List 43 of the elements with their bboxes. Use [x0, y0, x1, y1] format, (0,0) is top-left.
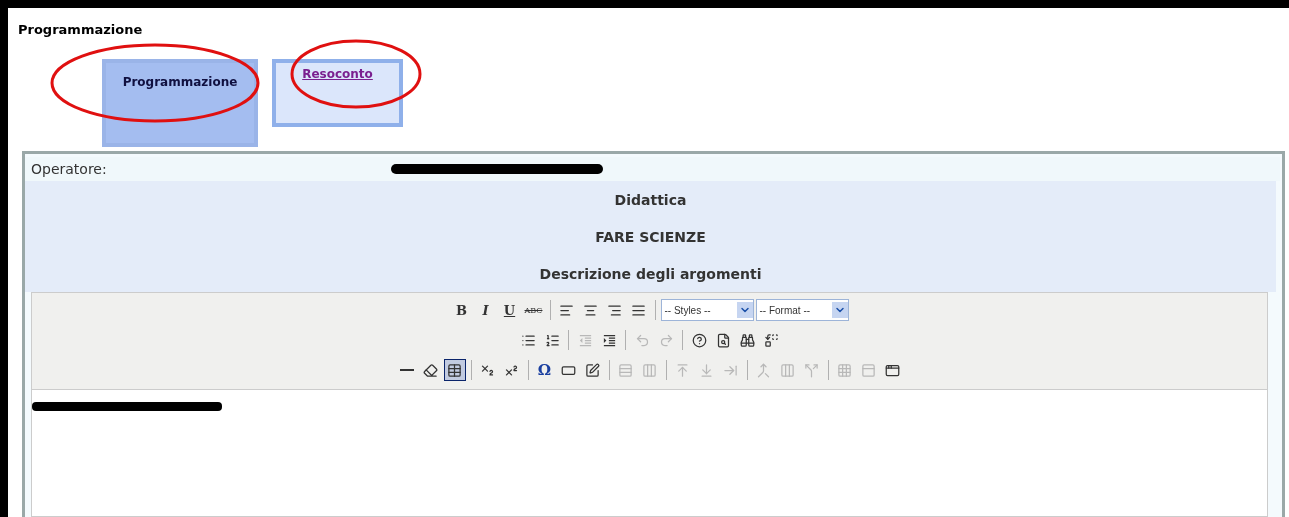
- toolbar-button[interactable]: [443, 359, 466, 381]
- replace-icon: [763, 332, 779, 348]
- numbered-list-icon: [544, 332, 560, 348]
- merge-icon: [756, 362, 771, 378]
- indent-icon: [601, 332, 617, 348]
- redo-icon: [658, 332, 674, 348]
- table-icon: [447, 362, 462, 378]
- align-justify-icon: [631, 302, 646, 318]
- magnifier-page-icon: [715, 332, 731, 348]
- columns-icon: [642, 362, 657, 378]
- format-button[interactable]: I: [474, 299, 497, 321]
- dropdown[interactable]: -- Styles --: [660, 299, 754, 321]
- section-heading: FARE SCIENZE: [594, 227, 707, 247]
- split-icon: [804, 362, 819, 378]
- tab[interactable]: Resoconto: [272, 59, 403, 127]
- page-title: Programmazione: [18, 22, 144, 37]
- align-right-icon: [607, 302, 622, 318]
- format-button[interactable]: ABC: [522, 299, 545, 321]
- help-icon: [691, 332, 707, 348]
- columns-icon: [780, 362, 795, 378]
- align-left-icon: [559, 302, 574, 318]
- tab[interactable]: Programmazione: [102, 59, 258, 147]
- superscript-icon: [504, 362, 519, 378]
- undo-icon: [634, 332, 650, 348]
- align-center-icon: [583, 302, 598, 318]
- outdent-icon: [577, 332, 593, 348]
- grid-icon: [837, 362, 852, 378]
- panel-icon: [861, 362, 876, 378]
- window-icon: [885, 362, 900, 378]
- binoculars-icon: [739, 332, 755, 348]
- format-button[interactable]: Ω: [533, 359, 556, 381]
- format-button[interactable]: U: [498, 299, 521, 321]
- section-heading: Descrizione degli argomenti: [538, 264, 763, 284]
- section-heading: Didattica: [613, 190, 688, 210]
- horizontal-line-icon: [399, 369, 414, 371]
- pencil-square-icon: [585, 362, 600, 378]
- rows-icon: [618, 362, 633, 378]
- format-button[interactable]: B: [450, 299, 473, 321]
- eraser-icon: [423, 362, 438, 378]
- dropdown[interactable]: -- Format --: [755, 299, 849, 321]
- operator-label: Operatore:: [31, 161, 108, 177]
- bullet-list-icon: [520, 332, 536, 348]
- subscript-icon: [480, 362, 495, 378]
